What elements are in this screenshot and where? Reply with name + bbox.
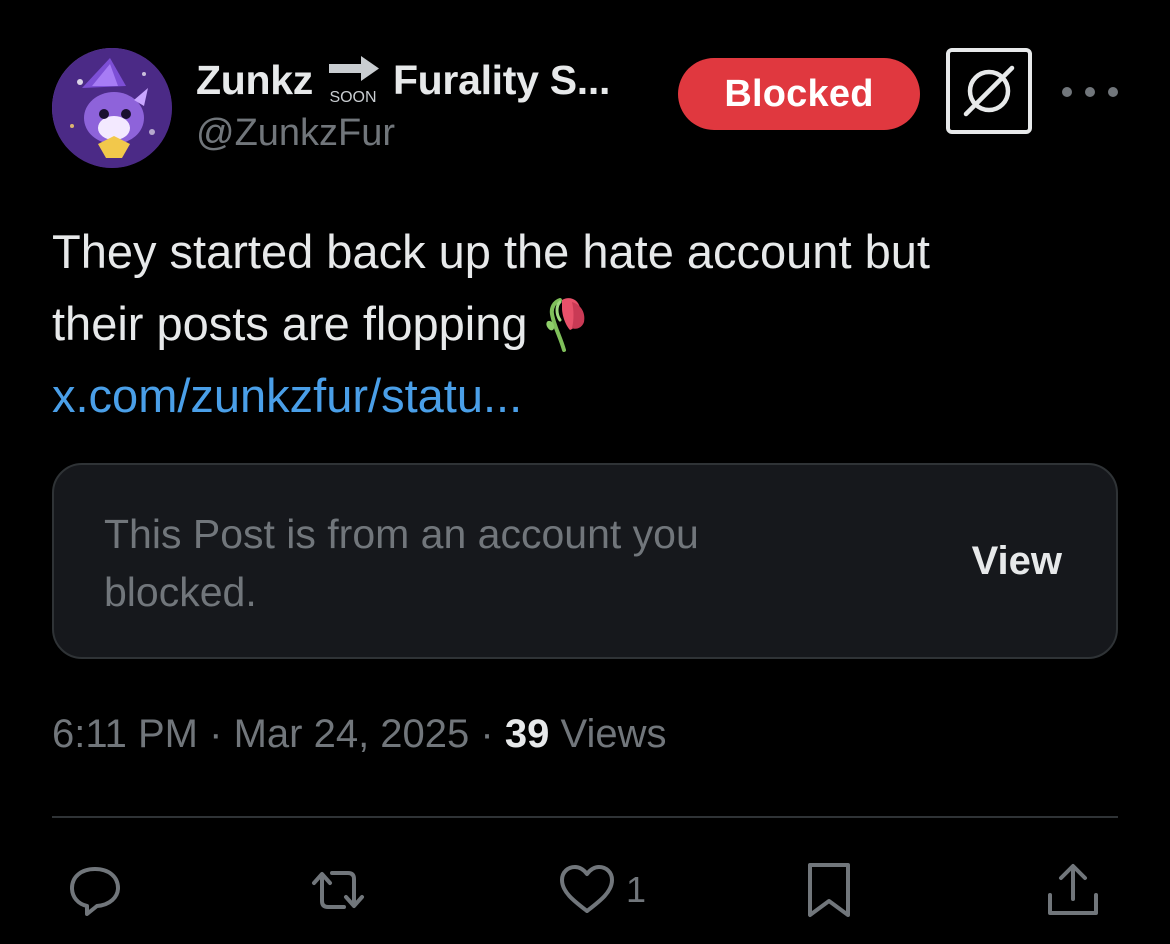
share-icon: [1048, 864, 1098, 915]
views-label: Views: [560, 712, 667, 756]
post-text-line-2-wrap: their posts are flopping: [52, 288, 1122, 360]
like-count: 1: [626, 869, 647, 910]
bookmark-icon: [808, 863, 850, 917]
avatar-image: [52, 48, 172, 168]
soon-arrow-icon: SOON: [323, 54, 383, 106]
post-text-line-1: They started back up the hate account bu…: [52, 225, 930, 278]
meta-separator-1: ·: [209, 712, 223, 756]
reply-button[interactable]: [66, 860, 124, 920]
reply-icon: [70, 867, 120, 916]
view-button[interactable]: View: [972, 539, 1062, 584]
author-name-row[interactable]: Zunkz SOON Furality S...: [196, 52, 610, 108]
wilted-flower-icon: [542, 292, 590, 352]
post-link[interactable]: x.com/zunkzfur/statu...: [52, 369, 522, 422]
grok-button[interactable]: [946, 48, 1032, 134]
post-text: They started back up the hate account bu…: [52, 216, 1122, 432]
post-meta: 6:11 PM · Mar 24, 2025 · 39 Views: [52, 712, 666, 757]
blocked-card-message: This Post is from an account you blocked…: [104, 511, 699, 615]
bookmark-button[interactable]: [800, 860, 858, 920]
display-name[interactable]: Zunkz: [196, 57, 313, 104]
post-time[interactable]: 6:11 PM: [52, 712, 198, 756]
divider: [52, 816, 1118, 818]
post-text-line-2: their posts are flopping: [52, 297, 528, 350]
grok-icon: [963, 65, 1015, 117]
heart-icon: [560, 865, 614, 913]
display-name-suffix[interactable]: Furality S...: [393, 57, 610, 104]
like-button[interactable]: 1: [556, 860, 646, 920]
soon-text: SOON: [329, 89, 376, 106]
share-button[interactable]: [1044, 860, 1102, 920]
blocked-button[interactable]: Blocked: [678, 58, 920, 130]
more-icon[interactable]: [1062, 78, 1118, 106]
repost-icon: [312, 871, 364, 909]
views-count: 39: [504, 712, 550, 756]
post-date[interactable]: Mar 24, 2025: [234, 712, 470, 756]
repost-button[interactable]: [304, 860, 372, 920]
blocked-quote-card: This Post is from an account you blocked…: [52, 463, 1118, 659]
author-handle[interactable]: @ZunkzFur: [196, 112, 395, 155]
meta-separator-2: ·: [480, 712, 494, 756]
avatar[interactable]: [52, 48, 172, 168]
